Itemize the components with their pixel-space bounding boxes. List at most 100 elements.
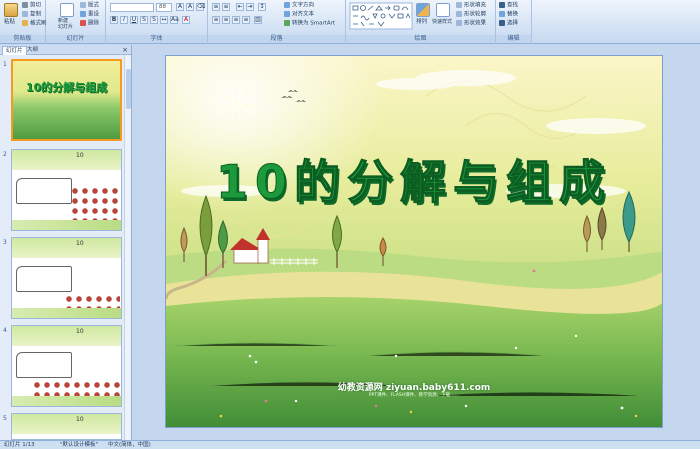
thumb-background xyxy=(13,61,120,139)
bus-outline xyxy=(16,178,72,204)
grow-font-button[interactable]: A xyxy=(176,3,184,11)
slide-thumbnail-1[interactable]: 10的分解与组成 xyxy=(11,59,122,141)
thumb-top-band xyxy=(12,414,121,434)
spacing-button[interactable]: ↔ xyxy=(160,16,168,24)
brush-icon xyxy=(22,20,28,26)
slide-background xyxy=(166,56,662,427)
replace-button[interactable]: 替换 xyxy=(499,11,518,19)
thumb-number: 10 xyxy=(76,416,84,423)
slide-number: 2 xyxy=(3,151,7,158)
smartart-button[interactable]: 转换为 SmartArt xyxy=(284,20,335,28)
slide-number: 1 xyxy=(3,61,7,68)
align-right-button[interactable]: ≡ xyxy=(232,16,240,24)
slide-thumbnail-3[interactable]: 10 xyxy=(11,237,122,319)
pane-tabs: 幻灯片 大纲 × xyxy=(0,45,131,55)
thumb-bottom-band xyxy=(12,308,121,318)
align-center-button[interactable]: ≡ xyxy=(222,16,230,24)
copy-button[interactable]: 复制 xyxy=(22,11,41,19)
thumb-title: 10的分解与组成 xyxy=(25,81,108,94)
select-button[interactable]: 选择 xyxy=(499,20,518,28)
align-text-button[interactable]: 对齐文本 xyxy=(284,11,314,19)
thumb-number: 10 xyxy=(76,240,84,247)
paste-icon[interactable] xyxy=(4,3,18,17)
delete-button[interactable]: 删除 xyxy=(80,20,99,28)
pane-scrollbar[interactable] xyxy=(124,55,131,440)
decrease-indent-button[interactable]: ⇤ xyxy=(236,3,244,11)
pen-icon xyxy=(456,11,462,17)
tab-slides[interactable]: 幻灯片 xyxy=(2,46,27,55)
clipboard-label: 剪贴板 xyxy=(0,35,45,43)
drawing-label: 绘图 xyxy=(346,35,495,43)
fill-bucket-icon xyxy=(456,2,462,8)
shadow-button[interactable]: S xyxy=(150,16,158,24)
quick-styles-icon[interactable] xyxy=(436,3,450,17)
slide-thumbnail-5[interactable]: 10 xyxy=(11,413,122,440)
clipboard-group: 粘贴 剪切 复制 格式刷 剪贴板 xyxy=(0,0,47,44)
columns-button[interactable]: ▥ xyxy=(254,16,262,24)
change-case-button[interactable]: Aa xyxy=(170,16,179,24)
underline-button[interactable]: U xyxy=(130,16,138,24)
quick-styles-button[interactable]: 快速样式 xyxy=(432,19,452,26)
paragraph-label: 段落 xyxy=(208,35,345,43)
clear-format-button[interactable]: ⌫ xyxy=(196,3,205,11)
text-direction-button[interactable]: 文字方向 xyxy=(284,2,314,10)
bus-outline xyxy=(16,266,72,292)
bold-button[interactable]: B xyxy=(110,16,118,24)
slide-thumbnail-4[interactable]: 10 xyxy=(11,325,122,407)
effects-icon xyxy=(456,20,462,26)
new-slide-icon[interactable] xyxy=(60,3,74,17)
increase-indent-button[interactable]: ⇥ xyxy=(246,3,254,11)
slides-group: 新建 幻灯片 版式 重设 删除 幻灯片 xyxy=(46,0,106,44)
arrange-icon[interactable] xyxy=(416,3,430,17)
shape-outline-button[interactable]: 形状轮廓 xyxy=(456,11,486,19)
align-text-icon xyxy=(284,11,290,17)
text-direction-icon xyxy=(284,2,290,8)
thumb-top-band xyxy=(12,326,121,346)
tab-outline[interactable]: 大纲 xyxy=(24,46,41,55)
slide-number: 3 xyxy=(3,239,7,246)
slides-pane: 幻灯片 大纲 × 1 10的分解与组成 2 10 3 10 4 10 5 10 xyxy=(0,45,132,440)
editing-label: 编辑 xyxy=(496,35,531,43)
slide-title[interactable]: 10的分解与组成 xyxy=(166,146,662,212)
binoculars-icon xyxy=(499,2,505,8)
shapes-gallery[interactable] xyxy=(349,2,413,30)
paste-button[interactable]: 粘贴 xyxy=(4,19,15,26)
scissors-icon xyxy=(22,2,28,8)
arrange-button[interactable]: 排列 xyxy=(416,19,427,26)
slide-thumbnail-2[interactable]: 10 xyxy=(11,149,122,231)
close-pane-icon[interactable]: × xyxy=(122,45,128,55)
thumb-number: 10 xyxy=(76,152,84,159)
cut-button[interactable]: 剪切 xyxy=(22,2,41,10)
watermark-subtext: PPT课件、FLASH课件、教学资源、下载…… xyxy=(368,393,460,398)
thumb-bottom-band xyxy=(12,396,121,406)
slide-canvas[interactable]: 10的分解与组成 幼教资源网 ziyuan.baby611.com PPT课件、… xyxy=(165,55,663,428)
format-painter-button[interactable]: 格式刷 xyxy=(22,20,47,28)
shape-fill-button[interactable]: 形状填充 xyxy=(456,2,486,10)
shrink-font-button[interactable]: A xyxy=(186,3,194,11)
smartart-icon xyxy=(284,20,290,26)
reset-icon xyxy=(80,11,86,17)
font-size-input[interactable]: 88 xyxy=(156,3,172,12)
theme-status[interactable]: "默认设计模板" xyxy=(60,441,98,449)
align-left-button[interactable]: ≡ xyxy=(212,16,220,24)
bullets-button[interactable]: ≡ xyxy=(212,3,220,11)
language-status[interactable]: 中文(简体，中国) xyxy=(108,441,151,449)
font-name-input[interactable] xyxy=(110,3,154,12)
strikethrough-button[interactable]: S xyxy=(140,16,148,24)
font-color-button[interactable]: A xyxy=(182,16,190,24)
shape-effects-button[interactable]: 形状效果 xyxy=(456,20,486,28)
layout-button[interactable]: 版式 xyxy=(80,2,99,10)
reset-button[interactable]: 重设 xyxy=(80,11,99,19)
slide-number: 5 xyxy=(3,415,7,422)
line-spacing-button[interactable]: ↕ xyxy=(258,3,266,11)
new-slide-button[interactable]: 新建 幻灯片 xyxy=(58,18,73,30)
font-group: 88 A A ⌫ B I U S S ↔ Aa A 字体 xyxy=(106,0,208,44)
bus-outline xyxy=(16,352,72,378)
editing-group: 查找 替换 选择 编辑 xyxy=(496,0,532,44)
italic-button[interactable]: I xyxy=(120,16,128,24)
find-button[interactable]: 查找 xyxy=(499,2,518,10)
slide-number: 4 xyxy=(3,327,7,334)
justify-button[interactable]: ≡ xyxy=(242,16,250,24)
numbering-button[interactable]: ≡ xyxy=(222,3,230,11)
scrollbar-thumb[interactable] xyxy=(126,69,131,109)
